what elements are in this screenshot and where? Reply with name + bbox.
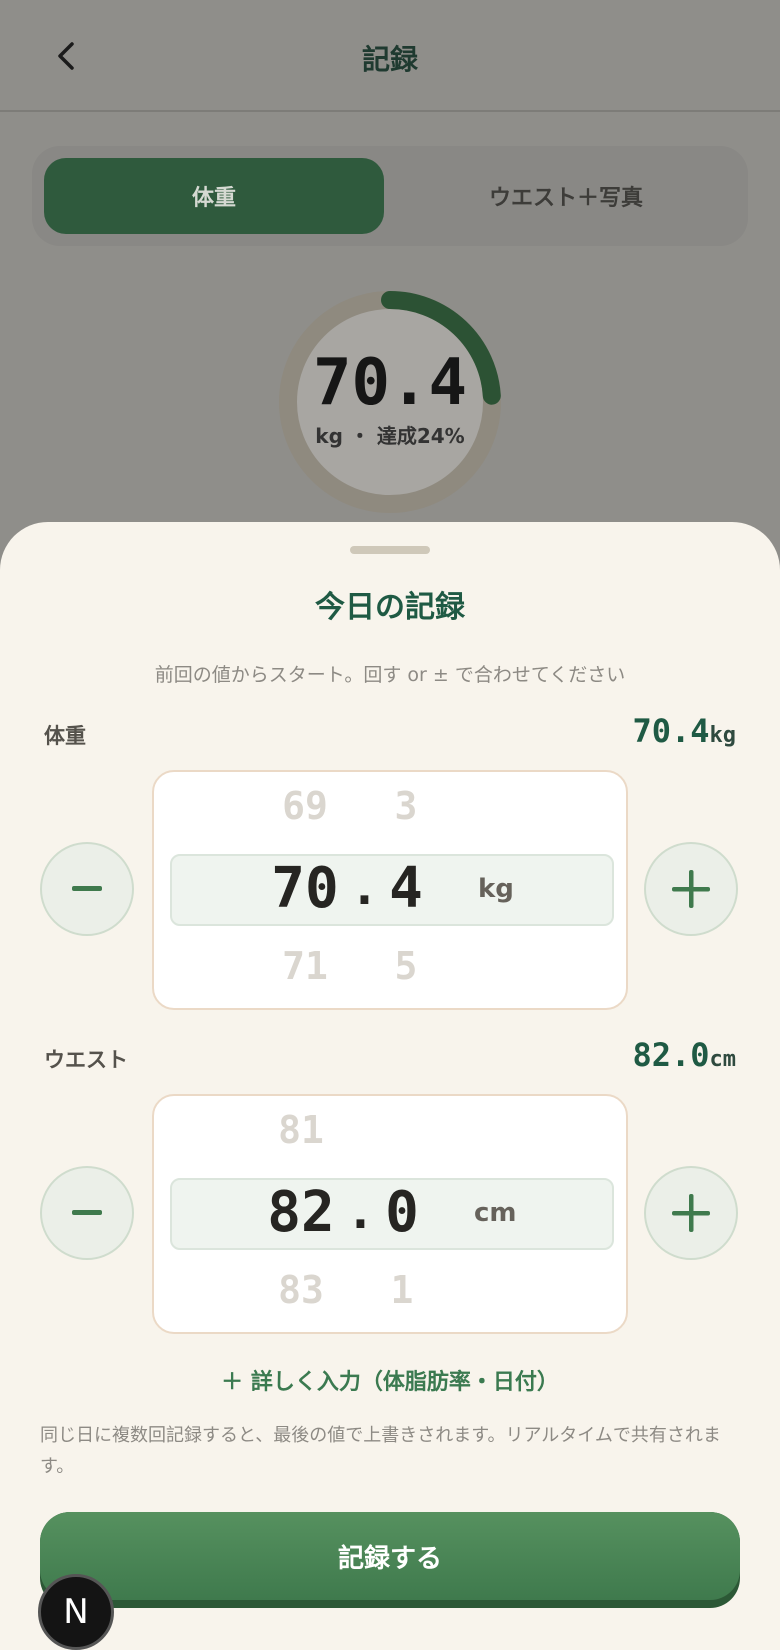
waist-increase-button[interactable]: [644, 1166, 738, 1260]
sheet-handle[interactable]: [350, 546, 430, 554]
weight-separator: .: [350, 860, 379, 916]
weight-int-current[interactable]: 70: [262, 856, 348, 921]
waist-value: 82.0cm: [632, 1036, 736, 1074]
weight-value-unit: kg: [709, 723, 737, 748]
sheet-title: 今日の記録: [315, 590, 465, 625]
weight-dec-next[interactable]: 5: [386, 944, 426, 988]
waist-int-next[interactable]: 83: [266, 1268, 336, 1312]
sheet-hint: 前回の値からスタート。回す or ± で合わせてください: [154, 664, 626, 686]
weight-value-number: 70.4: [632, 712, 710, 750]
waist-int-prev[interactable]: 81: [266, 1108, 336, 1152]
waist-value-unit: cm: [709, 1047, 737, 1072]
weight-int-prev[interactable]: 69: [270, 784, 340, 828]
weight-int-next[interactable]: 71: [270, 944, 340, 988]
waist-picker-unit: cm: [474, 1198, 517, 1228]
submit-record-button[interactable]: 記録する: [40, 1512, 740, 1600]
progress-subtitle: kg ・ 達成24%: [315, 424, 465, 448]
weight-value: 70.4kg: [632, 712, 736, 750]
tab-weight[interactable]: 体重: [44, 158, 384, 234]
weight-dec-current[interactable]: 4: [380, 856, 432, 921]
minus-icon: [72, 886, 102, 891]
plus-icon: [672, 1194, 710, 1232]
waist-picker[interactable]: 81 82 83 . 0 1 cm: [152, 1094, 628, 1334]
waist-label: ウエスト: [44, 1048, 128, 1072]
header: 記録: [0, 0, 780, 112]
overwrite-note: 同じ日に複数回記録すると、最後の値で上書きされます。リアルタイムで共有されます。: [40, 1425, 721, 1477]
detail-input-link[interactable]: ＋ 詳しく入力（体脂肪率・日付）: [0, 1364, 780, 1396]
waist-decrease-button[interactable]: [40, 1166, 134, 1260]
weight-label: 体重: [44, 724, 86, 748]
weight-increase-button[interactable]: [644, 842, 738, 936]
weight-picker-unit: kg: [478, 874, 514, 904]
waist-separator: .: [346, 1184, 375, 1240]
weight-picker[interactable]: 69 70 71 . 3 4 5 kg: [152, 770, 628, 1010]
waist-int-current[interactable]: 82: [258, 1180, 344, 1245]
waist-dec-current[interactable]: 0: [376, 1180, 428, 1245]
dev-badge[interactable]: N: [38, 1574, 114, 1650]
weight-dec-prev[interactable]: 3: [386, 784, 426, 828]
waist-dec-next[interactable]: 1: [382, 1268, 422, 1312]
progress-value: 70.4: [312, 346, 468, 420]
page-title: 記録: [361, 43, 418, 76]
weight-decrease-button[interactable]: [40, 842, 134, 936]
minus-icon: [72, 1210, 102, 1215]
record-sheet: 今日の記録 前回の値からスタート。回す or ± で合わせてください 体重 70…: [0, 522, 780, 1650]
plus-icon: [672, 870, 710, 908]
waist-value-number: 82.0: [632, 1036, 710, 1074]
tab-waist-photo[interactable]: ウエスト＋写真: [396, 158, 736, 234]
